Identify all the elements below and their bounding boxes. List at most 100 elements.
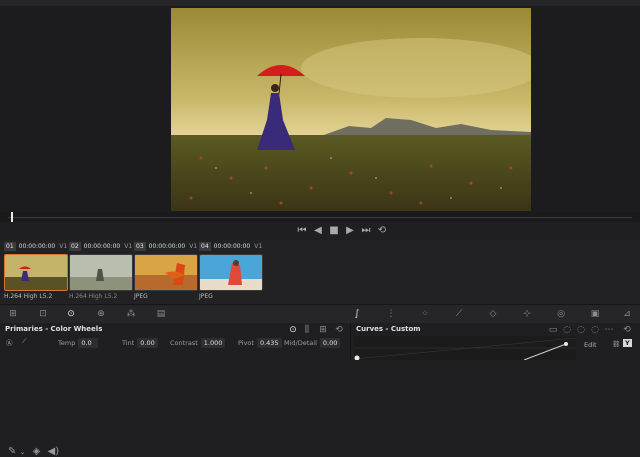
key-icon[interactable]: ⊿ <box>620 308 634 320</box>
contrast-label: Contrast <box>170 339 198 347</box>
rgb-mixer-icon[interactable]: ⁂ <box>124 308 138 320</box>
clip-timecode: 00:00:00:00 <box>83 243 121 250</box>
camera-raw-icon[interactable]: ⊞ <box>6 308 20 320</box>
color-wheels-icon[interactable]: ⊙ <box>64 308 78 320</box>
clip-thumbnail[interactable] <box>134 254 198 291</box>
temp-value[interactable]: 0.0 <box>78 338 99 348</box>
audio-icon[interactable]: ◀) <box>48 446 60 457</box>
curve-hue-icon[interactable]: ◌ <box>560 324 574 336</box>
skip-to-end-icon[interactable]: ⏭ <box>358 224 374 238</box>
clip-timecode: 00:00:00:00 <box>18 243 56 250</box>
clip-thumbnails: 01 00:00:00:00 V1 H.264 High L5.2 02 00:00:… <box>0 240 640 304</box>
magic-mask-icon[interactable]: ◎ <box>554 308 568 320</box>
color-warper-icon[interactable]: ⋮ <box>384 308 398 320</box>
clip-item[interactable]: 03 00:00:00:00 V1 JPEG <box>134 242 198 300</box>
clip-item[interactable]: 04 00:00:00:00 V1 JPEG <box>199 242 263 300</box>
video-frame <box>171 8 531 211</box>
clip-timecode: 00:00:00:00 <box>148 243 186 250</box>
pivot-label: Pivot <box>238 339 254 347</box>
layers-icon[interactable]: ◈ <box>33 446 41 457</box>
clip-number: 03 <box>134 242 146 251</box>
clip-header: 04 00:00:00:00 V1 <box>199 242 263 251</box>
skip-to-start-icon[interactable]: ⏮ <box>294 224 310 238</box>
clip-timecode: 00:00:00:00 <box>213 243 251 250</box>
tracker-icon[interactable]: ⊹ <box>520 308 534 320</box>
temp-label: Temp <box>58 339 76 347</box>
middetail-label: Mid/Detail <box>284 339 317 347</box>
tint-label: Tint <box>122 339 135 347</box>
curve-lum-icon[interactable]: ◌ <box>588 324 602 336</box>
curve-sat-icon[interactable]: ◌ <box>574 324 588 336</box>
loop-icon[interactable]: ⟲ <box>374 224 390 238</box>
clip-thumbnail[interactable] <box>69 254 133 291</box>
middetail-param: Mid/Detail 0.00 <box>284 338 341 348</box>
clip-track: V1 <box>254 243 263 250</box>
clip-thumbnail[interactable] <box>4 254 68 291</box>
frame-image <box>171 8 531 211</box>
tool-icons: ✎ ⌄ ◈ ◀) <box>8 446 59 457</box>
playhead[interactable] <box>11 212 13 222</box>
primaries-title: Primaries - Color Wheels <box>5 325 103 333</box>
log-mode-icon[interactable]: ⊞ <box>316 324 330 336</box>
clip-number: 01 <box>4 242 16 251</box>
curve-channel-y[interactable]: Y <box>623 339 632 347</box>
curves-icon[interactable]: ∫ <box>350 308 364 320</box>
clip-format: JPEG <box>199 293 213 300</box>
timeline-scrubber[interactable] <box>0 212 640 222</box>
pivot-value[interactable]: 0.435 <box>256 338 282 348</box>
eyedropper-icon[interactable]: ⟋ <box>452 308 466 320</box>
middetail-value[interactable]: 0.00 <box>319 338 341 348</box>
link-icon[interactable]: ⛓ <box>612 340 620 348</box>
stop-icon[interactable]: ■ <box>326 224 342 238</box>
tint-param: Tint 0.00 <box>122 338 158 348</box>
curve-graph[interactable] <box>353 336 577 361</box>
transport-controls: ✎ ⌄ ◈ ◀) ⏮ ◀ ■ ▶ ⏭ ⟲ <box>0 222 640 457</box>
panel-divider <box>350 323 351 360</box>
clip-track: V1 <box>59 243 68 250</box>
curve-menu-icon[interactable]: ⋯ <box>602 324 616 336</box>
clip-number: 02 <box>69 242 81 251</box>
picker-icon[interactable]: ⟋ <box>22 337 27 346</box>
reverse-play-icon[interactable]: ◀ <box>310 224 326 238</box>
tint-value[interactable]: 0.00 <box>137 338 158 348</box>
curves-title: Curves - Custom <box>356 325 421 333</box>
blur-icon[interactable]: ▣ <box>588 308 602 320</box>
pivot-param: Pivot 0.435 <box>238 338 282 348</box>
clip-header: 01 00:00:00:00 V1 <box>4 242 68 251</box>
contrast-value[interactable]: 1.000 <box>200 338 226 348</box>
curve-start-point <box>354 355 360 361</box>
clip-format: JPEG <box>134 293 148 300</box>
reset-icon[interactable]: ⟲ <box>332 324 346 336</box>
video-viewer <box>0 0 640 212</box>
curve-edit-label: Edit <box>584 341 597 349</box>
curve-editor[interactable] <box>353 336 577 361</box>
clip-header: 03 00:00:00:00 V1 <box>134 242 198 251</box>
clip-track: V1 <box>124 243 133 250</box>
curve-reset-icon[interactable]: ⟲ <box>620 324 634 336</box>
contrast-param: Contrast 1.000 <box>170 338 226 348</box>
play-icon[interactable]: ▶ <box>342 224 358 238</box>
curve-grid-icon[interactable]: ▭ <box>546 324 560 336</box>
viewer-top-strip <box>0 0 640 6</box>
scrubber-track <box>8 217 632 218</box>
bars-mode-icon[interactable]: ⫼ <box>300 324 314 336</box>
clip-track: V1 <box>189 243 198 250</box>
qualifier-icon[interactable]: ⁘ <box>418 308 432 320</box>
color-match-icon[interactable]: ⊡ <box>36 308 50 320</box>
hdr-wheels-icon[interactable]: ⊕ <box>94 308 108 320</box>
motion-effects-icon[interactable]: ▤ <box>154 308 168 320</box>
clip-number: 04 <box>199 242 211 251</box>
clip-format: H.264 High L5.2 <box>69 293 118 300</box>
clip-item[interactable]: 01 00:00:00:00 V1 H.264 High L5.2 <box>4 242 68 300</box>
temp-param: Temp 0.0 <box>58 338 99 348</box>
clip-thumbnail[interactable] <box>199 254 263 291</box>
window-icon[interactable]: ◇ <box>486 308 500 320</box>
palette-toolbar: ⊞ ⊡ ⊙ ⊕ ⁂ ▤ ∫ ⋮ ⁘ ⟋ ◇ ⊹ ◎ ▣ ⊿ <box>0 304 640 324</box>
auto-balance-icon[interactable]: Ⓐ <box>6 337 13 347</box>
brush-icon[interactable]: ✎ <box>8 446 16 457</box>
dropdown-chevron-icon[interactable]: ⌄ <box>20 448 26 456</box>
clip-item[interactable]: 02 00:00:00:00 V1 H.264 High L5.2 <box>69 242 133 300</box>
clip-header: 02 00:00:00:00 V1 <box>69 242 133 251</box>
curve-end-point <box>564 342 568 346</box>
color-wheels-mode-icon[interactable]: ⊙ <box>286 324 300 336</box>
